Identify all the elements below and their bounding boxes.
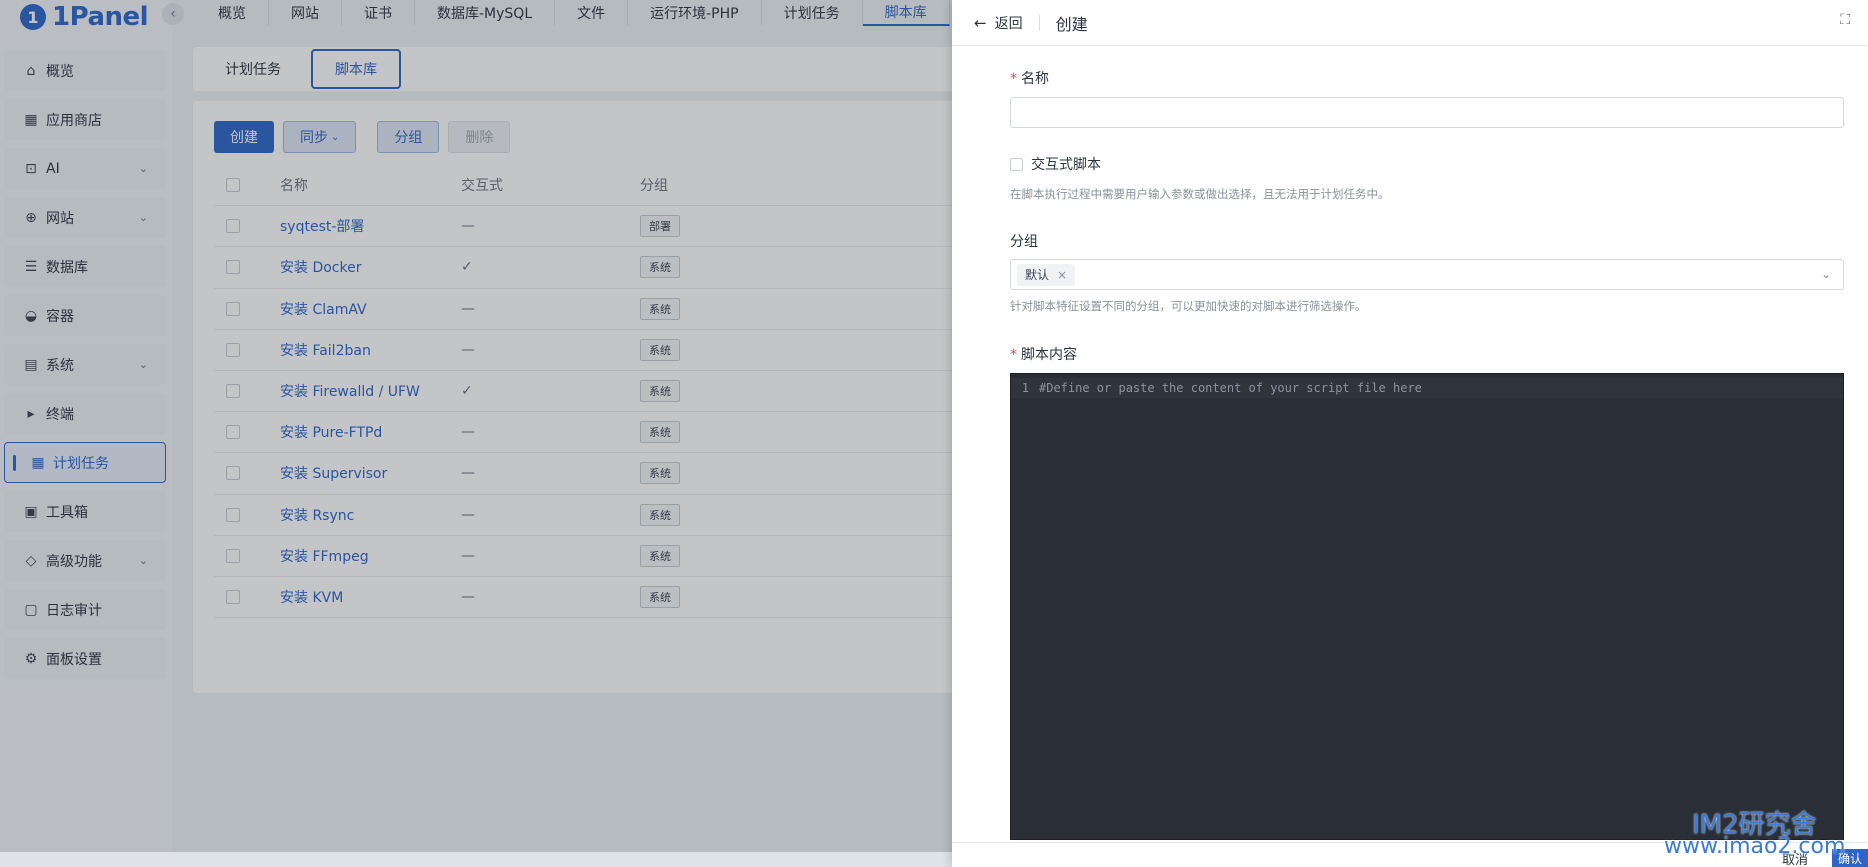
back-button[interactable]: ← 返回 xyxy=(974,13,1023,33)
name-label: * 名称 xyxy=(1010,68,1049,88)
group-chip: 默认 × xyxy=(1017,263,1076,286)
line-number: 1 xyxy=(1021,381,1029,395)
interactive-help: 在脚本执行过程中需要用户输入参数或做出选择，且无法用于计划任务中。 xyxy=(1010,187,1390,201)
editor-placeholder: #Define or paste the content of your scr… xyxy=(1039,381,1422,395)
required-mark: * xyxy=(1010,347,1017,363)
group-chip-label: 默认 xyxy=(1025,268,1050,282)
group-select[interactable]: 默认 × ⌄ xyxy=(1010,259,1844,290)
back-label: 返回 xyxy=(994,15,1023,32)
required-mark: * xyxy=(1010,71,1017,87)
name-input[interactable] xyxy=(1010,97,1844,128)
drawer-header: ← 返回 创建 ⛶ xyxy=(952,0,1868,46)
modal-overlay[interactable] xyxy=(0,0,952,867)
content-label-text: 脚本内容 xyxy=(1021,347,1077,363)
bottom-strip xyxy=(0,852,952,867)
group-help: 针对脚本特征设置不同的分组，可以更加快速的对脚本进行筛选操作。 xyxy=(1010,299,1367,313)
name-label-text: 名称 xyxy=(1021,71,1049,87)
header-divider xyxy=(1038,14,1040,31)
fullscreen-icon[interactable]: ⛶ xyxy=(1840,12,1850,28)
chevron-down-icon: ⌄ xyxy=(1820,267,1831,281)
group-label: 分组 xyxy=(1010,234,1038,250)
create-script-drawer: ← 返回 创建 ⛶ * 名称 交互式脚本 在脚本执行过程中需要用户输入参数或做出选… xyxy=(952,0,1868,867)
editor-line: 1 #Define or paste the content of your s… xyxy=(1011,378,1843,398)
close-icon[interactable]: × xyxy=(1057,268,1067,282)
arrow-left-icon: ← xyxy=(974,13,987,32)
content-label: * 脚本内容 xyxy=(1010,344,1077,364)
interactive-checkbox[interactable] xyxy=(1010,157,1023,171)
interactive-checkbox-row[interactable]: 交互式脚本 xyxy=(1010,154,1101,174)
script-editor[interactable]: 1 #Define or paste the content of your s… xyxy=(1010,373,1844,840)
drawer-title: 创建 xyxy=(1055,14,1088,34)
interactive-label: 交互式脚本 xyxy=(1031,157,1101,173)
watermark-url: www.imao2.com xyxy=(1664,834,1846,859)
